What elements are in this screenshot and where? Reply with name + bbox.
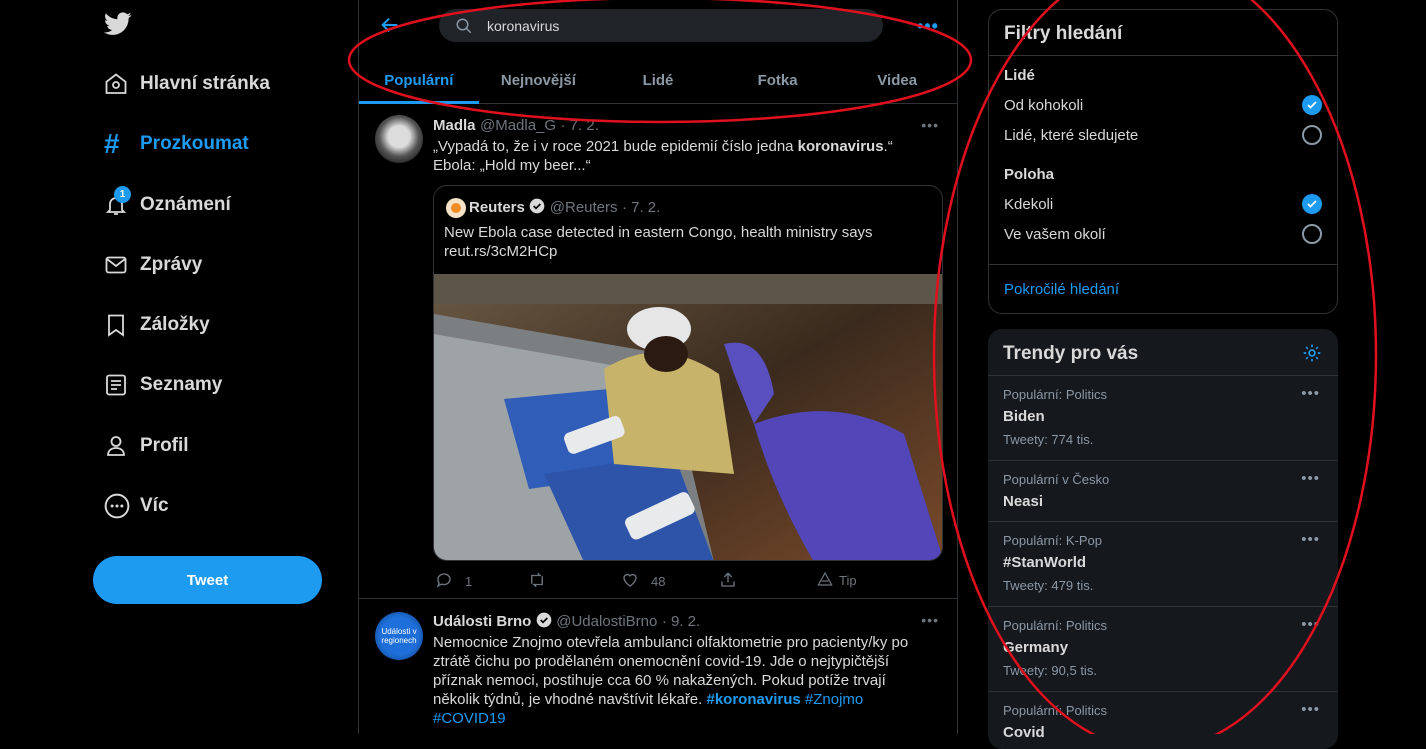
- tweet-header: Události Brno @UdalostiBrno · 9. 2.: [433, 612, 700, 633]
- quote-author-handle: @Reuters: [549, 199, 618, 216]
- tip-label: Tip: [839, 573, 857, 588]
- nav-item-label: Zprávy: [140, 254, 203, 275]
- tweet-button[interactable]: Tweet: [93, 556, 322, 604]
- more-circle-icon: [92, 491, 140, 521]
- verified-icon: [536, 612, 552, 633]
- tip-button[interactable]: Tip: [817, 571, 857, 590]
- quote-link[interactable]: reut.rs/3cM2HCp: [444, 243, 557, 260]
- nav-item-home[interactable]: Hlavní stránka: [92, 59, 270, 109]
- nav-item-profile[interactable]: Profil: [92, 421, 189, 471]
- notification-badge: 1: [114, 186, 131, 203]
- twitter-logo-icon[interactable]: [103, 12, 132, 41]
- nav-item-label: Profil: [140, 435, 189, 456]
- quote-author-name: Reuters: [469, 199, 525, 216]
- reply-button[interactable]: 1: [435, 571, 472, 592]
- tweet-photo[interactable]: [434, 274, 942, 560]
- reply-icon: [435, 571, 453, 592]
- author-handle[interactable]: @UdalostiBrno: [556, 613, 657, 630]
- quoted-tweet[interactable]: Reuters @Reuters · 7. 2. New Ebola case …: [433, 185, 943, 561]
- nav-item-more[interactable]: Víc: [92, 481, 169, 531]
- reply-count: 1: [465, 574, 473, 589]
- nav-item-messages[interactable]: Zprávy: [92, 240, 202, 290]
- quote-date: · 7. 2.: [621, 199, 661, 216]
- nav-item-lists[interactable]: Seznamy: [92, 360, 222, 410]
- nav-item-explore[interactable]: # Prozkoumat: [92, 119, 249, 169]
- tweet-date[interactable]: · 9. 2.: [662, 613, 700, 630]
- retweet-icon: [527, 571, 547, 592]
- author-name[interactable]: Události Brno: [433, 613, 531, 630]
- hashtag-icon: #: [104, 128, 120, 159]
- nav-item-notifications[interactable]: Oznámení: [92, 180, 231, 230]
- tip-icon: [817, 571, 833, 590]
- quote-header: Reuters @Reuters · 7. 2.: [469, 198, 660, 219]
- nav-item-label: Záložky: [140, 314, 210, 335]
- left-navigation: Hlavní stránka # Prozkoumat Oznámení 1 Z…: [0, 0, 358, 734]
- home-icon: [92, 69, 140, 99]
- nav-item-label: Oznámení: [140, 194, 231, 215]
- annotation-ellipse: [932, 0, 1378, 734]
- share-icon: [719, 571, 737, 592]
- list-icon: [92, 370, 140, 400]
- hashtag-link[interactable]: #COVID19: [433, 710, 506, 727]
- nav-item-label: Prozkoumat: [140, 133, 249, 154]
- tweet-text: Nemocnice Znojmo otevřela ambulanci olfa…: [433, 634, 909, 727]
- hashtag-link[interactable]: #koronavirus: [707, 691, 801, 708]
- like-count: 48: [651, 574, 666, 589]
- nav-item-label: Hlavní stránka: [140, 73, 270, 94]
- quote-text: New Ebola case detected in eastern Congo…: [444, 224, 873, 260]
- nav-item-label: Víc: [140, 495, 169, 516]
- envelope-icon: [92, 250, 140, 280]
- main-column: koronavirus ••• Populární Nejnovější Lid…: [347, 0, 973, 734]
- tweet[interactable]: Madla @Madla_G · 7. 2. ••• „Vypadá to, ž…: [359, 105, 957, 599]
- verified-icon: [529, 198, 545, 219]
- profile-icon: [92, 431, 140, 461]
- tweet-text: „Vypadá to, že i v roce 2021 bude epidem…: [433, 138, 893, 174]
- nav-item-bookmarks[interactable]: Záložky: [92, 300, 210, 350]
- reuters-logo-icon: [446, 198, 466, 218]
- annotation-ellipse: [347, 0, 973, 124]
- avatar[interactable]: Události v regionech: [375, 612, 423, 660]
- heart-icon: [621, 571, 639, 592]
- tweet[interactable]: Události v regionech Události Brno @Udal…: [359, 600, 957, 740]
- share-button[interactable]: [719, 571, 737, 592]
- retweet-button[interactable]: [527, 571, 559, 592]
- nav-item-label: Seznamy: [140, 374, 223, 395]
- like-button[interactable]: 48: [621, 571, 665, 592]
- bookmark-icon: [92, 310, 140, 340]
- hashtag-link[interactable]: #Znojmo: [801, 691, 863, 708]
